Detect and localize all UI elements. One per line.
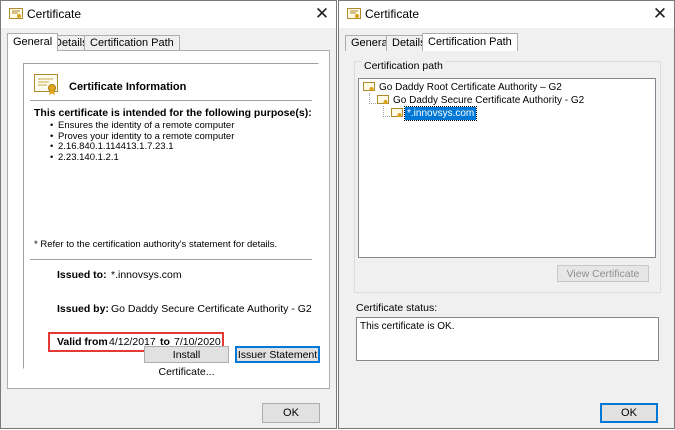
ok-button[interactable]: OK <box>262 403 320 423</box>
certificate-icon <box>377 95 389 104</box>
tab-general[interactable]: General <box>7 33 59 51</box>
tab-strip: General Details Certification Path <box>7 33 330 51</box>
issuer-statement-button[interactable]: Issuer Statement <box>235 346 320 363</box>
ok-button[interactable]: OK <box>600 403 658 423</box>
general-tab-panel: Certificate Information This certificate… <box>7 50 330 389</box>
purpose-item: 2.16.840.1.114413.1.7.23.1 <box>50 141 234 153</box>
issued-by-value: Go Daddy Secure Certificate Authority - … <box>111 303 312 315</box>
tab-strip: General Details Certification Path <box>345 33 668 51</box>
tree-item-label: Go Daddy Secure Certificate Authority - … <box>393 95 585 106</box>
certificate-info-box: Certificate Information This certificate… <box>23 63 319 369</box>
certificate-information-heading: Certificate Information <box>69 81 187 93</box>
tab-certification-path[interactable]: Certification Path <box>84 35 180 51</box>
purpose-item: 2.23.140.1.2.1 <box>50 152 234 164</box>
certificate-dialog-general: Certificate ✕ General Details Certificat… <box>0 0 337 429</box>
close-button[interactable]: ✕ <box>308 1 336 28</box>
divider <box>30 259 312 260</box>
certificate-icon <box>9 8 23 19</box>
purpose-item: Ensures the identity of a remote compute… <box>50 120 234 132</box>
title-bar: Certificate ✕ <box>339 1 674 28</box>
close-button[interactable]: ✕ <box>646 1 674 28</box>
certificate-icon <box>347 8 361 19</box>
window-title: Certificate <box>27 7 82 21</box>
tab-certification-path[interactable]: Certification Path <box>422 33 518 51</box>
purpose-heading: This certificate is intended for the fol… <box>34 107 312 119</box>
tree-item-label: *.innovsys.com <box>403 106 478 121</box>
certificate-icon <box>363 82 375 91</box>
purpose-list: Ensures the identity of a remote compute… <box>50 120 234 164</box>
certification-path-label: Certification path <box>362 60 445 72</box>
certificate-icon <box>391 108 403 117</box>
issued-by-label: Issued by: <box>57 303 109 315</box>
refer-note: * Refer to the certification authority's… <box>34 239 278 250</box>
tree-item-label: Go Daddy Root Certificate Authority – G2 <box>379 82 562 93</box>
certificate-status-text: This certificate is OK. <box>360 321 455 332</box>
certificate-icon <box>34 74 58 95</box>
certificate-status-box[interactable]: This certificate is OK. <box>356 317 659 361</box>
install-certificate-button[interactable]: Install Certificate... <box>144 346 229 378</box>
window-title: Certificate <box>365 7 420 21</box>
title-bar: Certificate ✕ <box>1 1 336 28</box>
issued-to-label: Issued to: <box>57 269 107 281</box>
valid-from-label: Valid from <box>57 336 108 348</box>
view-certificate-button[interactable]: View Certificate <box>557 265 649 282</box>
certificate-dialog-path: Certificate ✕ General Details Certificat… <box>338 0 675 429</box>
certificate-status-label: Certificate status: <box>356 302 438 314</box>
issued-to-value: *.innovsys.com <box>111 269 182 281</box>
certification-path-tree[interactable]: Go Daddy Root Certificate Authority – G2… <box>358 78 656 258</box>
divider <box>30 100 312 101</box>
